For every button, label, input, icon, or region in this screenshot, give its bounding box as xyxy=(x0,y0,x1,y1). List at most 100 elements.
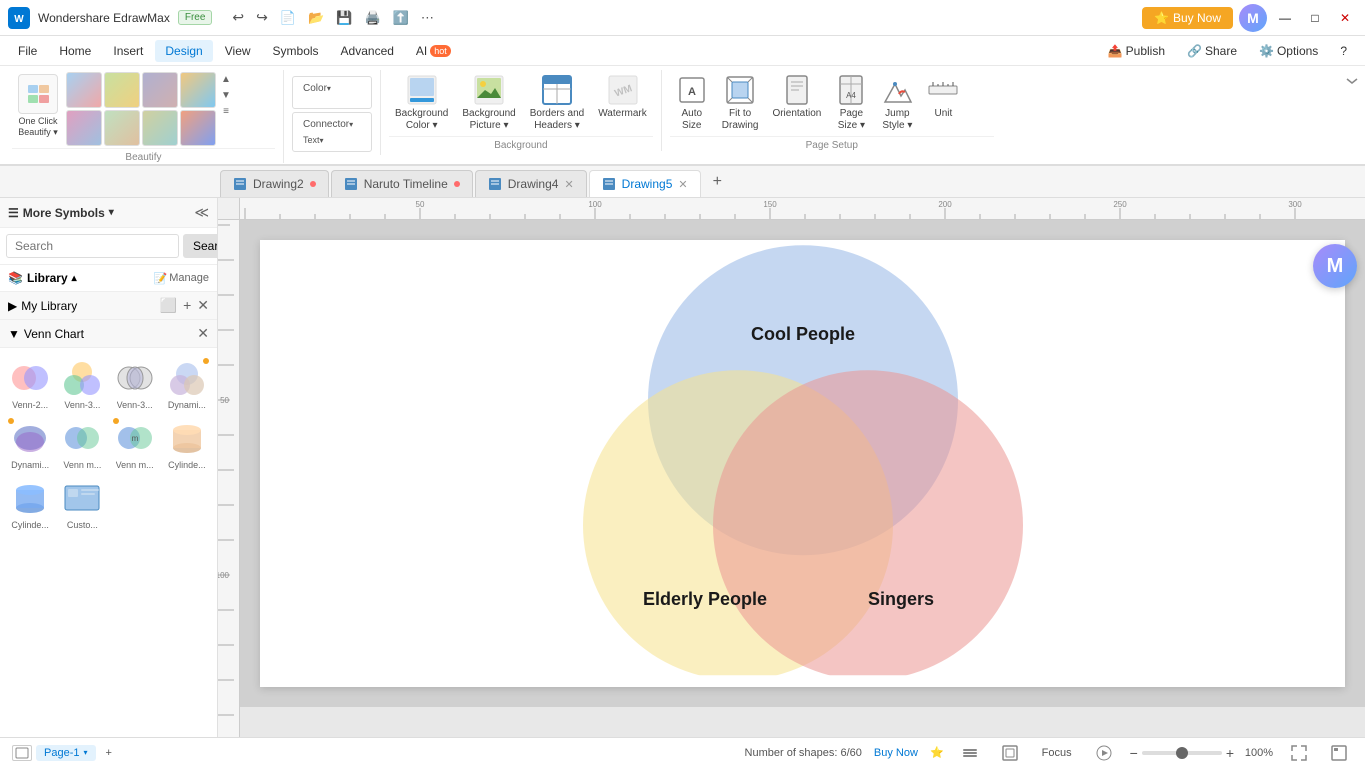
venn-diagram[interactable]: Cool People Elderly People Singers xyxy=(553,235,1053,675)
search-input[interactable] xyxy=(6,234,179,258)
open-btn[interactable]: 📂 xyxy=(304,8,328,28)
menu-ai[interactable]: AI hot xyxy=(406,40,461,62)
beautify-style-1[interactable] xyxy=(66,72,102,108)
beautify-style-7[interactable] xyxy=(142,110,178,146)
background-color-button[interactable]: BackgroundColor ▾ xyxy=(389,70,454,136)
library-title[interactable]: 📚 Library ▴ xyxy=(8,271,77,285)
buy-now-button[interactable]: ⭐ Buy Now xyxy=(1142,7,1233,29)
menu-symbols[interactable]: Symbols xyxy=(263,40,329,62)
add-tab-button[interactable]: + xyxy=(703,167,732,197)
beautify-style-6[interactable] xyxy=(104,110,140,146)
auto-size-button[interactable]: A AutoSize xyxy=(670,70,714,136)
shape-venn-3b[interactable]: Venn-3... xyxy=(111,356,159,412)
tab-drawing2[interactable]: Drawing2 xyxy=(220,170,329,197)
fit-window-button[interactable] xyxy=(1285,743,1313,763)
ribbon-expand[interactable] xyxy=(1343,70,1361,95)
shape-custom[interactable]: Custo... xyxy=(58,476,106,532)
beautify-scroll-down[interactable]: ▼ xyxy=(218,88,234,102)
shape-dynamic-a[interactable]: Dynami... xyxy=(163,356,211,412)
options-btn[interactable]: ⚙️ Options xyxy=(1249,40,1328,62)
venn-3b-thumb xyxy=(113,358,157,398)
search-button[interactable]: Search xyxy=(183,234,218,258)
connector-text-dropdown[interactable]: Connector ▾ Text ▾ xyxy=(292,112,372,152)
tab-drawing5[interactable]: Drawing5 ✕ xyxy=(589,170,701,197)
beautify-scroll-expand[interactable]: ≡ xyxy=(218,104,234,118)
my-library-export[interactable]: ⬜ xyxy=(160,297,177,314)
buy-now-status[interactable]: Buy Now xyxy=(874,747,918,759)
play-button[interactable] xyxy=(1090,743,1118,763)
zoom-out-button[interactable]: − xyxy=(1130,745,1138,761)
menu-view[interactable]: View xyxy=(215,40,261,62)
minimize-button[interactable]: — xyxy=(1273,6,1297,30)
more-btn[interactable]: ⋯ xyxy=(417,8,438,28)
jump-style-icon xyxy=(881,74,913,106)
publish-btn[interactable]: 📤 Publish xyxy=(1098,40,1175,62)
layers-button[interactable] xyxy=(956,743,984,763)
svg-text:A4: A4 xyxy=(846,91,856,100)
tab-drawing5-close[interactable]: ✕ xyxy=(678,178,687,191)
focus-button[interactable]: Focus xyxy=(1036,745,1078,761)
shape-cylinde-a[interactable]: Cylinde... xyxy=(163,416,211,472)
tab-naruto-timeline[interactable]: Naruto Timeline xyxy=(331,170,473,197)
sidebar-collapse-button[interactable]: ≪ xyxy=(194,204,209,221)
unit-button[interactable]: Unit xyxy=(921,70,965,124)
borders-headers-button[interactable]: Borders andHeaders ▾ xyxy=(524,70,590,136)
my-library-close[interactable]: ✕ xyxy=(197,297,209,314)
shape-venn-m-b[interactable]: m Venn m... xyxy=(111,416,159,472)
menu-advanced[interactable]: Advanced xyxy=(331,40,404,62)
zoom-level: 100% xyxy=(1238,747,1273,759)
menu-file[interactable]: File xyxy=(8,40,47,62)
my-library-add[interactable]: + xyxy=(183,297,191,314)
orientation-label: Orientation xyxy=(772,108,821,120)
shape-dynamic-b[interactable]: Dynami... xyxy=(6,416,54,472)
fullscreen-button[interactable] xyxy=(1325,743,1353,763)
user-avatar[interactable]: M xyxy=(1239,4,1267,32)
color-dropdown[interactable]: Color ▾ xyxy=(292,76,372,109)
manage-button[interactable]: 📝 Manage xyxy=(154,272,209,285)
venn-close-button[interactable]: ✕ xyxy=(197,325,209,342)
shape-venn-2[interactable]: Venn-2... xyxy=(6,356,54,412)
fit-page-button[interactable] xyxy=(996,743,1024,763)
save-btn[interactable]: 💾 xyxy=(332,8,356,28)
menu-insert[interactable]: Insert xyxy=(103,40,153,62)
my-library-title[interactable]: ▶ My Library xyxy=(8,299,77,313)
print-btn[interactable]: 🖨️ xyxy=(360,8,384,28)
tab-drawing4[interactable]: Drawing4 ✕ xyxy=(475,170,587,197)
watermark-button[interactable]: WM Watermark xyxy=(592,70,653,124)
redo-btn[interactable]: ↪ xyxy=(252,7,272,28)
background-picture-button[interactable]: BackgroundPicture ▾ xyxy=(456,70,521,136)
add-page-button[interactable]: + xyxy=(100,745,118,761)
singers-circle[interactable] xyxy=(713,370,1023,675)
beautify-scroll-up[interactable]: ▲ xyxy=(218,72,234,86)
close-button[interactable]: ✕ xyxy=(1333,6,1357,30)
svg-text:250: 250 xyxy=(1113,200,1127,209)
beautify-style-2[interactable] xyxy=(104,72,140,108)
jump-style-button[interactable]: JumpStyle ▾ xyxy=(875,70,919,136)
shape-venn-3a[interactable]: Venn-3... xyxy=(58,356,106,412)
zoom-in-button[interactable]: + xyxy=(1226,745,1234,761)
beautify-style-3[interactable] xyxy=(142,72,178,108)
venn-chart-title[interactable]: ▼ Venn Chart xyxy=(8,327,84,341)
share-btn[interactable]: 🔗 Share xyxy=(1177,40,1247,62)
connector-label: Connector xyxy=(303,119,349,130)
page-size-button[interactable]: A4 PageSize ▾ xyxy=(829,70,873,136)
tab-drawing4-close[interactable]: ✕ xyxy=(564,178,573,191)
undo-btn[interactable]: ↩ xyxy=(228,7,248,28)
one-click-beautify-button[interactable]: One ClickBeautify ▾ xyxy=(12,70,64,142)
shape-venn-m-a[interactable]: Venn m... xyxy=(58,416,106,472)
shape-cylinde-b[interactable]: Cylinde... xyxy=(6,476,54,532)
help-btn[interactable]: ? xyxy=(1330,40,1357,62)
page-tab[interactable]: Page-1 ▾ xyxy=(36,745,96,761)
beautify-style-5[interactable] xyxy=(66,110,102,146)
maximize-button[interactable]: □ xyxy=(1303,6,1327,30)
new-btn[interactable]: 📄 xyxy=(276,8,300,28)
menu-design[interactable]: Design xyxy=(155,40,212,62)
orientation-button[interactable]: Orientation xyxy=(766,70,827,124)
beautify-style-4[interactable] xyxy=(180,72,216,108)
zoom-slider[interactable] xyxy=(1142,751,1222,755)
drawing-surface[interactable]: Cool People Elderly People Singers M xyxy=(240,220,1365,707)
menu-home[interactable]: Home xyxy=(49,40,101,62)
export-btn[interactable]: ⬆️ xyxy=(389,8,413,28)
beautify-style-8[interactable] xyxy=(180,110,216,146)
fit-to-drawing-button[interactable]: Fit toDrawing xyxy=(716,70,765,136)
